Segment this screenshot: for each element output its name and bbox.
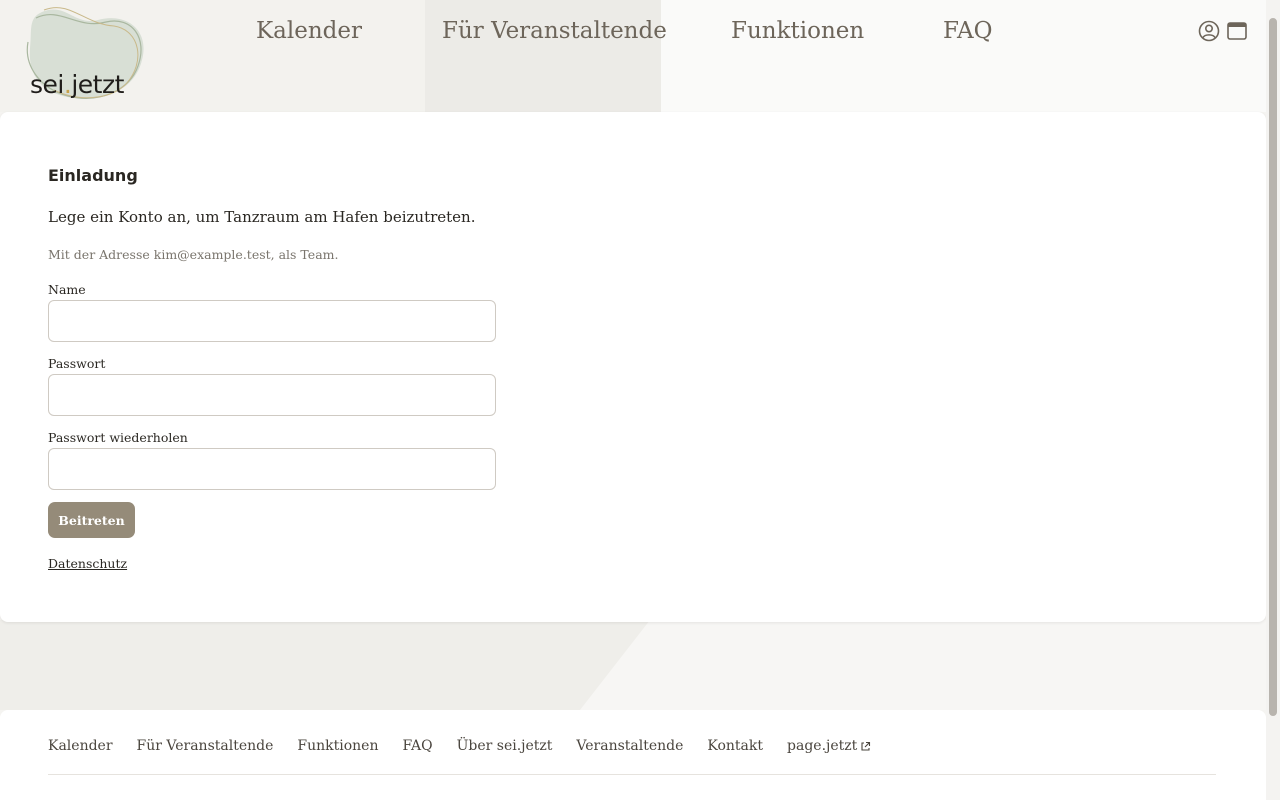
footer-item-label: FAQ <box>402 738 433 754</box>
footer-item-label: page.jetzt <box>787 738 858 754</box>
page-scrollbar[interactable] <box>1266 0 1280 800</box>
browser-window-icon <box>1227 22 1247 40</box>
nav-item-kalender[interactable]: Kalender <box>256 18 362 44</box>
header-actions <box>1198 20 1248 42</box>
footer-item-label: Veranstaltende <box>576 738 684 754</box>
password-repeat-input[interactable] <box>48 448 496 490</box>
nav-item-fuer-veranstaltende[interactable]: Für Veranstaltende <box>442 18 667 44</box>
footer-item-kontakt[interactable]: Kontakt <box>707 738 763 754</box>
nav-item-faq[interactable]: FAQ <box>943 18 992 44</box>
site-header: sei.jetzt Kalender Für Veranstaltende Fu… <box>0 0 1266 112</box>
account-button[interactable] <box>1198 20 1220 42</box>
page-title: Einladung <box>48 166 138 185</box>
logo-wordmark: sei.jetzt <box>30 70 124 99</box>
footer-item-veranstaltende[interactable]: Veranstaltende <box>576 738 683 754</box>
name-label: Name <box>48 282 86 297</box>
password-repeat-label: Passwort wiederholen <box>48 430 188 445</box>
footer-item-label: Funktionen <box>297 738 379 754</box>
footer-item-label: Kalender <box>48 738 113 754</box>
invitation-note: Mit der Adresse kim@example.test, als Te… <box>48 247 339 262</box>
footer-item-faq[interactable]: FAQ <box>402 738 432 754</box>
join-button[interactable]: Beitreten <box>48 502 135 538</box>
footer-item-kalender[interactable]: Kalender <box>48 738 113 754</box>
footer-item-ueber[interactable]: Über sei.jetzt <box>457 738 553 754</box>
footer-item-page-jetzt[interactable]: page.jetzt <box>787 738 871 754</box>
footer-item-label: Für Veranstaltende <box>136 738 274 754</box>
password-input[interactable] <box>48 374 496 416</box>
password-label: Passwort <box>48 356 106 371</box>
invitation-intro: Lege ein Konto an, um Tanzraum am Hafen … <box>48 208 476 226</box>
scrollbar-thumb[interactable] <box>1269 18 1277 716</box>
invitation-card: Einladung Lege ein Konto an, um Tanzraum… <box>0 112 1266 622</box>
site-logo[interactable]: sei.jetzt <box>14 4 148 104</box>
footer-item-label: Kontakt <box>707 738 764 754</box>
footer-item-fuer-veranstaltende[interactable]: Für Veranstaltende <box>137 738 274 754</box>
site-footer: Kalender Für Veranstaltende Funktionen F… <box>0 710 1266 800</box>
name-input[interactable] <box>48 300 496 342</box>
footer-item-label: Über sei.jetzt <box>456 738 553 754</box>
footer-item-funktionen[interactable]: Funktionen <box>297 738 378 754</box>
app-window-button[interactable] <box>1226 20 1248 42</box>
lower-background-shape <box>580 620 1280 710</box>
user-circle-icon <box>1198 20 1220 42</box>
external-link-icon <box>861 741 871 751</box>
footer-nav: Kalender Für Veranstaltende Funktionen F… <box>48 738 895 754</box>
privacy-link[interactable]: Datenschutz <box>48 556 127 571</box>
nav-item-funktionen[interactable]: Funktionen <box>731 18 864 44</box>
footer-divider <box>48 774 1216 775</box>
